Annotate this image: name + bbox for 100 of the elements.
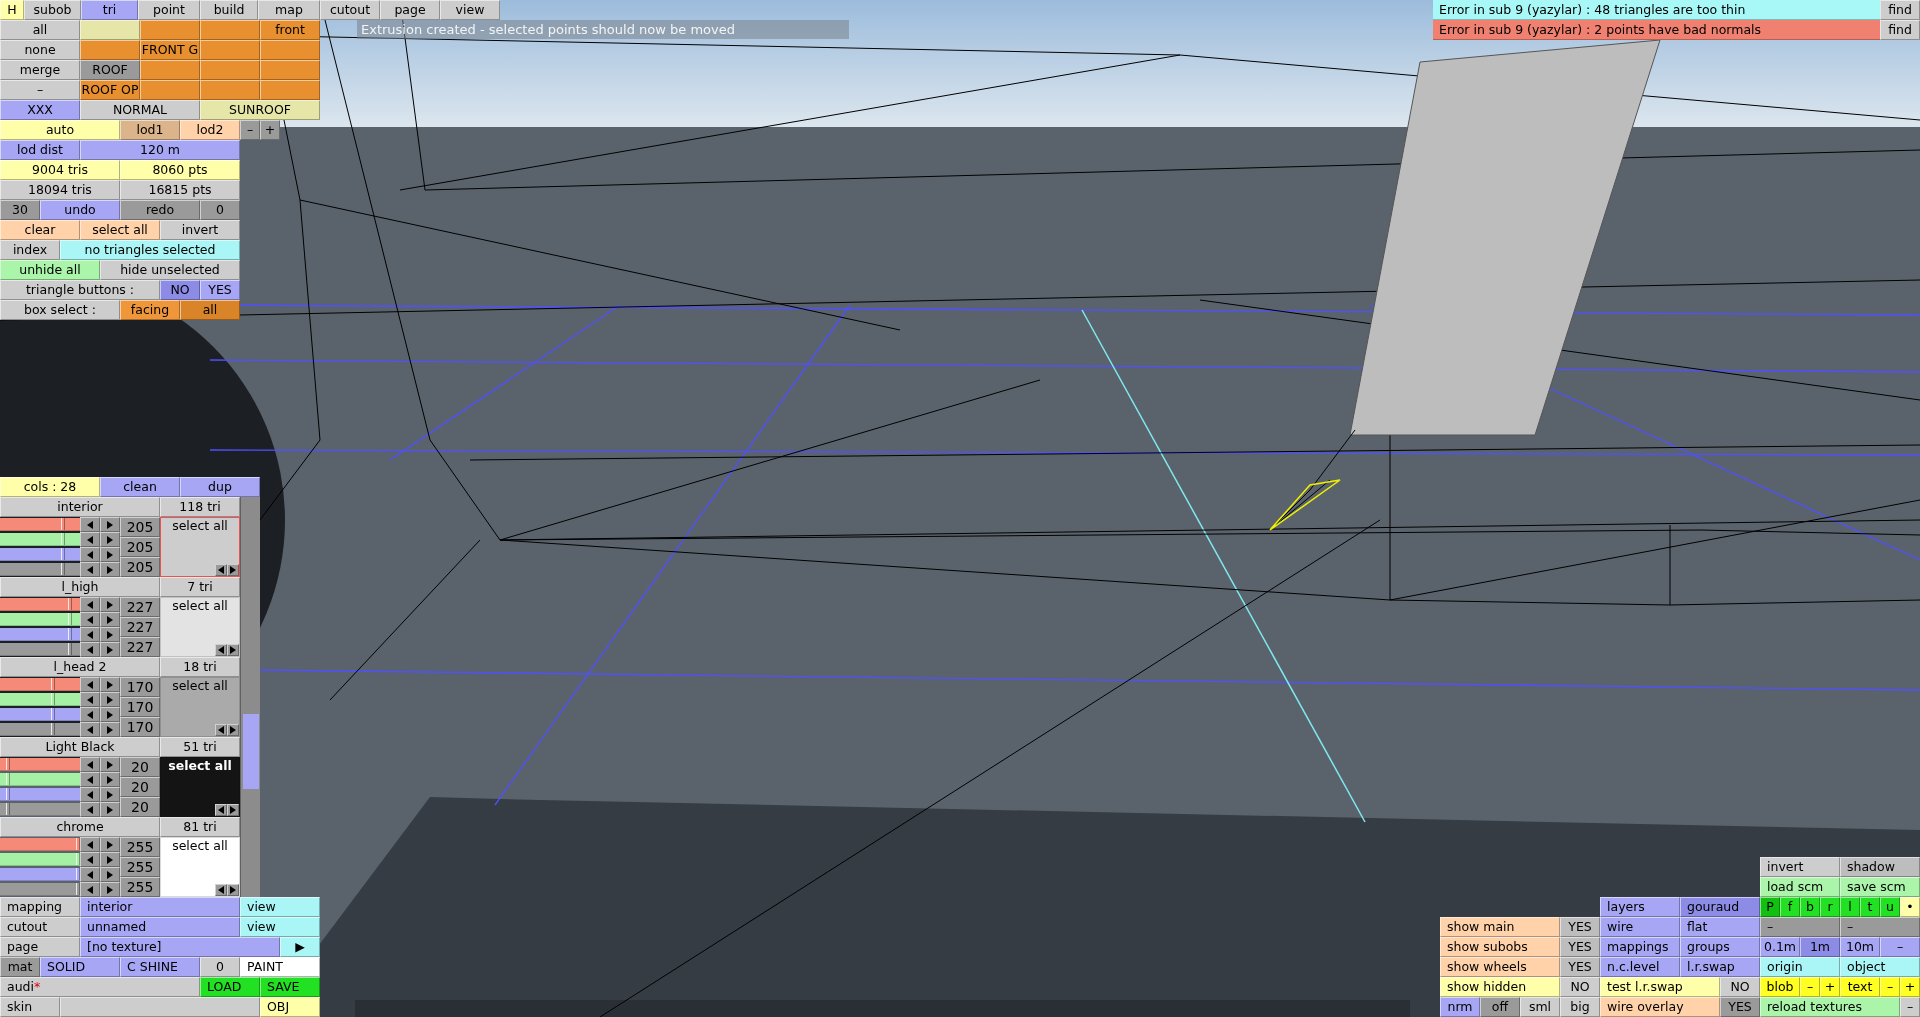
slider-thumb[interactable] [61, 518, 66, 530]
slider-thumb[interactable] [67, 613, 72, 625]
slider-thumb[interactable] [50, 723, 55, 735]
button[interactable]: t [1860, 897, 1880, 917]
left-arrow-button[interactable] [215, 564, 227, 576]
button[interactable]: all [0, 20, 80, 40]
right-arrow-button[interactable] [227, 884, 239, 896]
button[interactable]: groups [1680, 937, 1760, 957]
button[interactable]: cutout [0, 917, 80, 937]
button[interactable]: C SHINE [120, 957, 200, 977]
left-arrow-button[interactable] [80, 867, 100, 882]
left-arrow-button[interactable] [80, 562, 100, 577]
slider[interactable] [0, 708, 80, 721]
right-arrow-button[interactable] [100, 642, 120, 657]
find-button[interactable]: find [1880, 20, 1920, 40]
button[interactable]: show hidden [1440, 977, 1560, 997]
button[interactable]: box select : [0, 300, 120, 320]
scrollbar-thumb[interactable] [243, 714, 259, 789]
right-arrow-button[interactable] [100, 787, 120, 802]
slider[interactable] [0, 643, 80, 656]
right-arrow-button[interactable] [100, 802, 120, 817]
find-button[interactable]: find [1880, 0, 1920, 20]
button[interactable]: unnamed [80, 917, 240, 937]
right-arrow-button[interactable] [100, 597, 120, 612]
left-arrow-button[interactable] [80, 627, 100, 642]
button[interactable]: skin [0, 997, 60, 1017]
slider-thumb[interactable] [61, 533, 66, 545]
slider-thumb[interactable] [5, 788, 10, 800]
left-arrow-button[interactable] [80, 852, 100, 867]
slider[interactable] [0, 803, 80, 816]
slider-thumb[interactable] [50, 693, 55, 705]
left-arrow-button[interactable] [215, 884, 227, 896]
button[interactable]: off [1480, 997, 1520, 1017]
left-arrow-button[interactable] [80, 837, 100, 852]
right-arrow-button[interactable] [227, 564, 239, 576]
button[interactable]: l.r.swap [1680, 957, 1760, 977]
button[interactable]: n.c.level [1600, 957, 1680, 977]
button[interactable]: – [1800, 977, 1820, 997]
slider[interactable] [0, 868, 80, 881]
button[interactable]: all [180, 300, 240, 320]
left-arrow-button[interactable] [80, 802, 100, 817]
button[interactable]: SOLID [40, 957, 120, 977]
slider-thumb[interactable] [50, 708, 55, 720]
slider-thumb[interactable] [67, 598, 72, 610]
left-arrow-button[interactable] [80, 597, 100, 612]
slider-thumb[interactable] [67, 628, 72, 640]
button[interactable]: SUNROOF [200, 100, 320, 120]
slider[interactable] [0, 518, 80, 531]
button[interactable]: select all [80, 220, 160, 240]
blank-button[interactable] [140, 20, 200, 40]
select-all-button[interactable]: select all [161, 518, 239, 534]
button[interactable]: clear [0, 220, 80, 240]
left-arrow-button[interactable] [80, 757, 100, 772]
right-arrow-button[interactable] [100, 882, 120, 897]
button[interactable]: – [1880, 937, 1920, 957]
button[interactable]: flat [1680, 917, 1760, 937]
material-name[interactable]: interior [0, 497, 160, 517]
button[interactable]: invert [160, 220, 240, 240]
left-arrow-button[interactable] [80, 547, 100, 562]
blank-button[interactable] [260, 80, 320, 100]
button[interactable]: shadow [1840, 857, 1920, 877]
select-all-button[interactable]: select all [161, 678, 239, 694]
button[interactable]: facing [120, 300, 180, 320]
slider[interactable] [0, 693, 80, 706]
button[interactable]: NORMAL [80, 100, 200, 120]
slider[interactable] [0, 853, 80, 866]
left-arrow-button[interactable] [215, 644, 227, 656]
button[interactable]: YES [1560, 957, 1600, 977]
blank-button[interactable] [140, 60, 200, 80]
left-arrow-button[interactable] [80, 772, 100, 787]
value-field[interactable]: 227 [120, 597, 160, 617]
material-name[interactable]: l_high [0, 577, 160, 597]
slider-thumb[interactable] [5, 803, 10, 815]
button[interactable]: + [1820, 977, 1840, 997]
button[interactable]: OBJ [260, 997, 320, 1017]
right-arrow-button[interactable] [100, 532, 120, 547]
right-arrow-button[interactable] [100, 627, 120, 642]
button[interactable]: ▶ [280, 937, 320, 957]
button[interactable]: audi* [0, 977, 200, 997]
button[interactable]: save scm [1840, 877, 1920, 897]
right-arrow-button[interactable] [100, 722, 120, 737]
button[interactable]: clean [100, 477, 180, 497]
button[interactable]: 30 [0, 200, 40, 220]
button[interactable]: dup [180, 477, 260, 497]
button[interactable]: SAVE [260, 977, 320, 997]
button[interactable]: front [260, 20, 320, 40]
button[interactable]: lod dist [0, 140, 80, 160]
tab[interactable]: view [440, 0, 500, 20]
button[interactable]: show main [1440, 917, 1560, 937]
slider-thumb[interactable] [50, 678, 55, 690]
button[interactable]: sml [1520, 997, 1560, 1017]
button[interactable]: • [1900, 897, 1920, 917]
right-arrow-button[interactable] [227, 644, 239, 656]
slider[interactable] [0, 883, 80, 896]
button[interactable]: l [1840, 897, 1860, 917]
select-all-button[interactable]: select all [161, 838, 239, 854]
button[interactable]: NO [1560, 977, 1600, 997]
button[interactable]: 120 m [80, 140, 240, 160]
tab[interactable]: cutout [320, 0, 380, 20]
right-arrow-button[interactable] [100, 867, 120, 882]
